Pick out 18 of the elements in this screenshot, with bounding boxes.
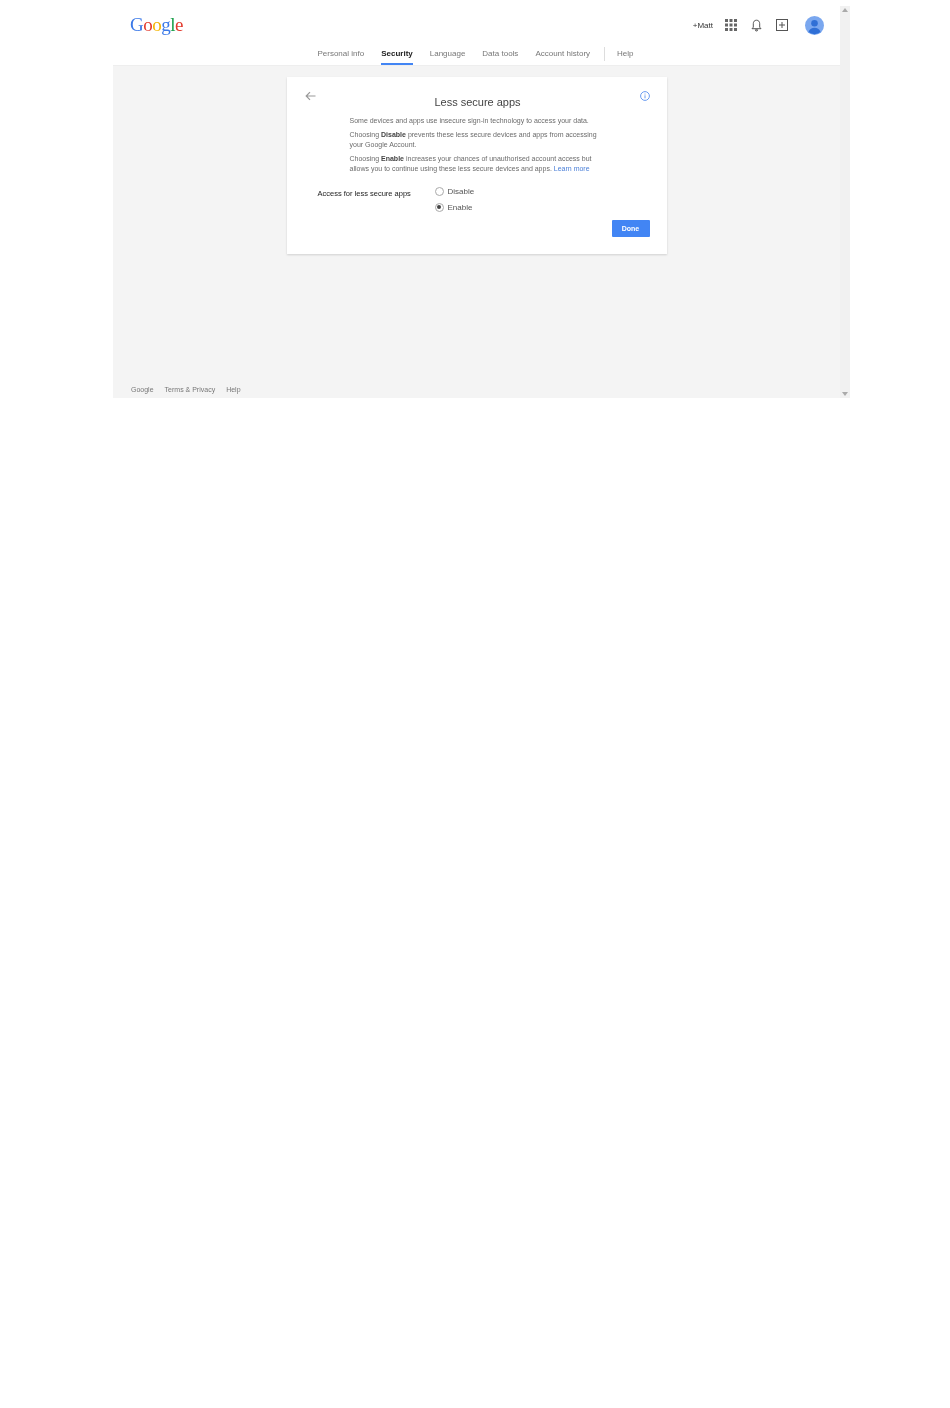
- nav-tab[interactable]: Personal info: [317, 43, 365, 65]
- radio-button[interactable]: [434, 186, 444, 196]
- nav-tab[interactable]: Help: [617, 43, 634, 65]
- avatar-icon[interactable]: [805, 15, 824, 35]
- profile-link[interactable]: +Matt: [692, 20, 713, 30]
- bell-icon[interactable]: [751, 18, 762, 32]
- option-label[interactable]: Enable: [447, 202, 473, 212]
- info-icon[interactable]: [639, 91, 650, 101]
- nav-tab[interactable]: Language: [429, 43, 466, 65]
- radio-button[interactable]: [434, 202, 444, 212]
- back-arrow-icon[interactable]: [304, 91, 316, 101]
- nav-tab[interactable]: Account history: [535, 43, 591, 65]
- nav-tab[interactable]: Data tools: [482, 43, 519, 65]
- option-label[interactable]: Disable: [447, 186, 475, 196]
- share-plus-icon[interactable]: [776, 19, 788, 31]
- google-logo[interactable]: Google: [130, 14, 183, 36]
- card-title: Less secure apps: [434, 96, 521, 108]
- apps-grid-icon[interactable]: [725, 19, 737, 31]
